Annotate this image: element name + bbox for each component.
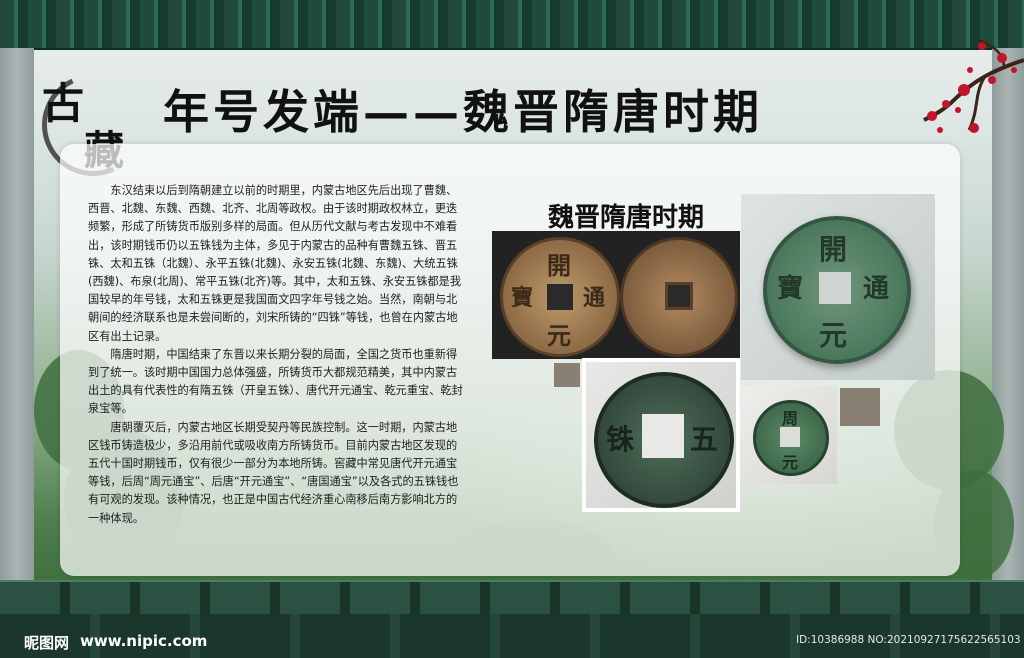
page-title: 年号发端——魏晋隋唐时期 [163, 85, 763, 139]
paragraph-wei-jin: 东汉结束以后到隋朝建立以前的时期里，内蒙古地区先后出现了曹魏、西晋、北魏、东魏、… [88, 184, 462, 343]
decorative-block [840, 388, 880, 426]
paragraph-five-dynasties: 唐朝覆灭后，内蒙古地区长期受契丹等民族控制。这一时期，内蒙古地区钱币铸造极少，多… [88, 420, 459, 525]
coin-photo-kaiyuan-pair: 開 元 通 寶 [492, 231, 740, 359]
era-label: 魏晋隋唐时期 [548, 203, 705, 233]
coin-photo-wuzhu: 五 铢 [582, 358, 740, 512]
left-stone-pillar [0, 48, 34, 588]
roof-eave-border [0, 0, 1024, 58]
plum-blossom-decoration [923, 40, 1024, 133]
paragraph-sui-tang: 隋唐时期，中国结束了东晋以来长期分裂的局面，全国之货币也重新得到了统一。该时期中… [88, 347, 463, 416]
coin-kaiyuan-obverse: 開 元 通 寶 [500, 237, 620, 357]
watermark-url: www.nipic.com [80, 632, 208, 650]
coin-kaiyuan-reverse [620, 237, 738, 357]
coin-photo-kaiyuan-green: 開 元 通 寶 [741, 194, 935, 380]
watermark-id: ID:10386988 NO:20210927175622565103 [796, 634, 1021, 646]
coin-photo-zhouyuan: 周 元 [741, 386, 837, 484]
description-text: 东汉结束以后到隋朝建立以前的时期里，内蒙古地区先后出现了曹魏、西晋、北魏、东魏、… [88, 182, 468, 528]
seal-char-gu: 古 [42, 79, 85, 128]
watermark-logo: 昵图网 [24, 634, 70, 652]
decorative-block [554, 363, 580, 387]
